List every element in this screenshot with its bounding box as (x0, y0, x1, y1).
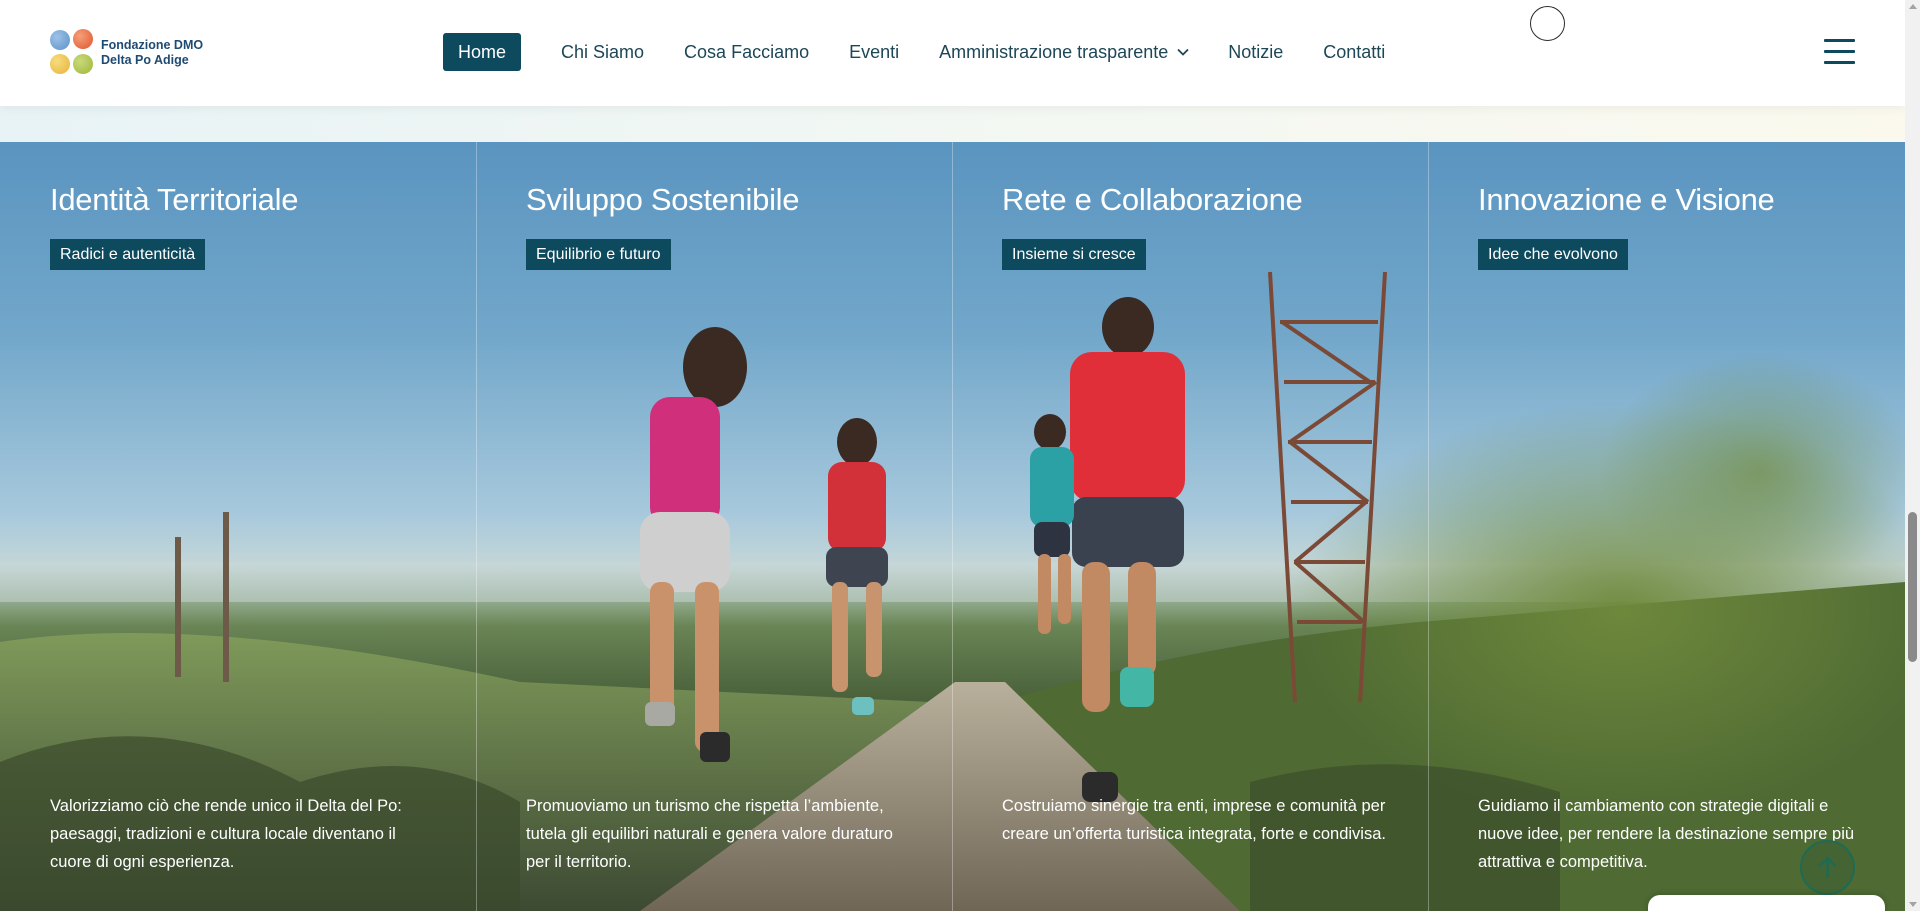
nav-home[interactable]: Home (443, 33, 522, 71)
feature-column-rete[interactable]: Rete e Collaborazione Insieme si cresce … (952, 142, 1428, 911)
scrollbar-thumb[interactable] (1908, 512, 1917, 662)
column-tag: Radici e autenticità (50, 239, 206, 270)
site-header: Fondazione DMO Delta Po Adige Home Chi S… (0, 0, 1905, 106)
column-title: Rete e Collaborazione (1002, 182, 1303, 217)
logo-line-1: Fondazione DMO (101, 38, 204, 52)
cookie-consent-widget[interactable] (1648, 895, 1885, 911)
column-title: Sviluppo Sostenibile (526, 182, 800, 217)
logo-mark (49, 29, 97, 77)
page-scrollbar[interactable] (1905, 0, 1920, 911)
feature-column-innovazione[interactable]: Innovazione e Visione Idee che evolvono … (1428, 142, 1904, 911)
hamburger-menu-icon[interactable] (1824, 39, 1855, 65)
column-title: Identità Territoriale (50, 182, 299, 217)
column-description: Valorizziamo ciò che rende unico il Delt… (50, 797, 402, 871)
hero-section: Identità Territoriale Radici e autentici… (0, 142, 1905, 911)
column-tag: Equilibrio e futuro (526, 239, 671, 270)
feature-column-identita[interactable]: Identità Territoriale Radici e autentici… (0, 142, 476, 911)
column-title: Innovazione e Visione (1478, 182, 1775, 217)
column-description: Promuoviamo un turismo che rispetta l’am… (526, 797, 893, 871)
header-strip (0, 106, 1905, 142)
column-tag: Idee che evolvono (1478, 239, 1628, 270)
scroll-top-ring (1800, 840, 1855, 895)
nav-amministrazione-trasparente[interactable]: Amministrazione trasparente (939, 33, 1189, 71)
nav-chi-siamo[interactable]: Chi Siamo (561, 33, 644, 71)
column-description: Costruiamo sinergie tra enti, imprese e … (1002, 797, 1386, 843)
logo-line-2: Delta Po Adige (101, 53, 189, 67)
nav-notizie[interactable]: Notizie (1228, 33, 1283, 71)
nav-amministrazione-label: Amministrazione trasparente (939, 42, 1169, 62)
main-nav: Home Chi Siamo Cosa Facciamo Eventi Ammi… (443, 33, 1385, 71)
nav-cosa-facciamo[interactable]: Cosa Facciamo (684, 33, 809, 71)
feature-column-sviluppo[interactable]: Sviluppo Sostenibile Equilibrio e futuro… (476, 142, 952, 911)
scroll-up-arrow-icon[interactable] (1909, 4, 1917, 9)
nav-contatti[interactable]: Contatti (1323, 33, 1385, 71)
logo-text: Fondazione DMO Delta Po Adige (101, 38, 203, 68)
column-tag: Insieme si cresce (1002, 239, 1146, 270)
site-logo[interactable]: Fondazione DMO Delta Po Adige (49, 29, 203, 77)
arrow-up-icon (1818, 856, 1837, 879)
search-icon[interactable] (1530, 6, 1565, 41)
nav-eventi[interactable]: Eventi (849, 33, 899, 71)
chevron-down-icon (1177, 31, 1189, 69)
scroll-to-top-button[interactable] (1800, 840, 1888, 898)
scroll-down-arrow-icon[interactable] (1909, 902, 1917, 907)
